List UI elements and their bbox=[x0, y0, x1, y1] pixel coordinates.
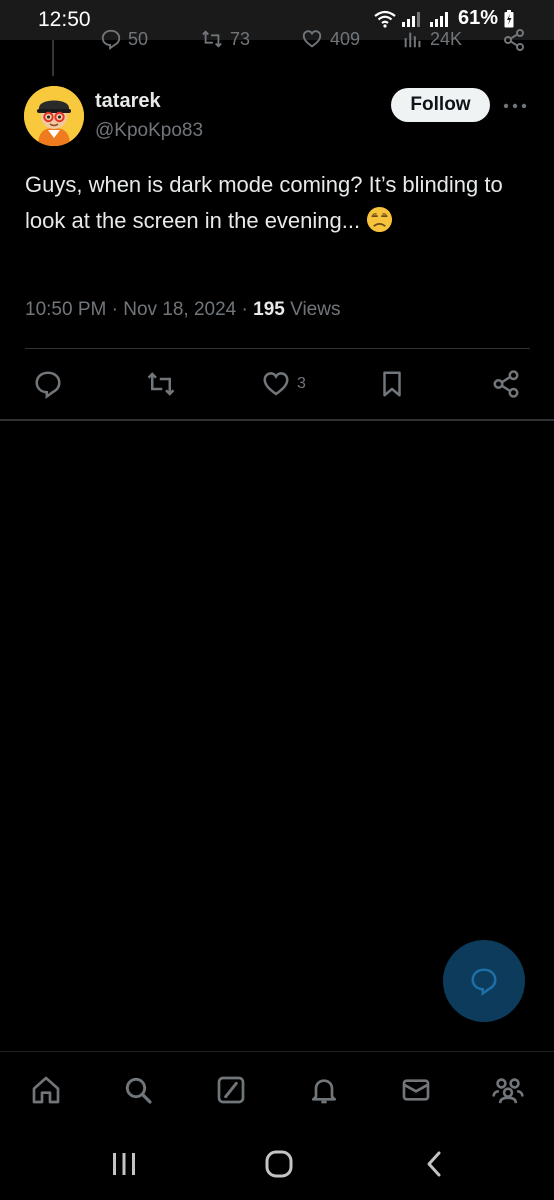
previous-reply-count: 50 bbox=[128, 28, 149, 49]
avatar[interactable] bbox=[24, 86, 84, 146]
previous-share[interactable] bbox=[502, 28, 526, 52]
heart-icon bbox=[302, 30, 322, 48]
reply-icon bbox=[101, 29, 121, 50]
tweet-time[interactable]: 10:50 PM bbox=[25, 299, 106, 320]
heart-icon bbox=[263, 372, 289, 396]
views-label: Views bbox=[290, 299, 341, 320]
battery-icon bbox=[504, 9, 514, 27]
search-icon bbox=[125, 1077, 152, 1104]
meta-separator: · bbox=[111, 299, 118, 320]
avatar-image bbox=[24, 86, 84, 146]
wifi-icon bbox=[374, 10, 396, 28]
more-button[interactable] bbox=[502, 95, 528, 117]
home-button-icon bbox=[265, 1150, 293, 1178]
nav-communities[interactable] bbox=[488, 1070, 528, 1110]
home-button[interactable] bbox=[259, 1147, 299, 1181]
signal-icon bbox=[401, 11, 420, 27]
recents-button[interactable] bbox=[104, 1147, 144, 1181]
nav-search[interactable] bbox=[118, 1070, 158, 1110]
thread-line bbox=[52, 40, 54, 76]
share-button[interactable] bbox=[491, 368, 521, 400]
home-icon bbox=[32, 1076, 60, 1104]
previous-retweet-count: 73 bbox=[230, 28, 251, 49]
share-icon bbox=[504, 29, 524, 51]
grok-icon bbox=[217, 1076, 245, 1104]
previous-views[interactable]: 24K bbox=[402, 28, 462, 50]
tweet-text-container: Guys, when is dark mode coming? It’s bli… bbox=[25, 167, 530, 239]
signal-icon-2 bbox=[429, 11, 448, 27]
share-icon bbox=[493, 370, 519, 398]
previous-reply[interactable]: 50 bbox=[100, 28, 148, 50]
tweet-date[interactable]: Nov 18, 2024 bbox=[123, 299, 236, 320]
like-button[interactable]: 3 bbox=[261, 368, 306, 400]
messages-icon bbox=[402, 1079, 430, 1101]
retweet-icon bbox=[202, 30, 222, 48]
recents-icon bbox=[113, 1153, 135, 1175]
bookmark-button[interactable] bbox=[377, 368, 407, 400]
battery-percentage: 61% bbox=[457, 7, 498, 29]
author-name[interactable]: tatarek bbox=[95, 90, 161, 113]
compose-reply-icon bbox=[471, 968, 497, 996]
previous-view-count: 24K bbox=[430, 28, 463, 49]
retweet-icon bbox=[147, 372, 175, 396]
previous-retweet[interactable]: 73 bbox=[200, 28, 250, 50]
communities-icon bbox=[492, 1078, 524, 1104]
tweet-text: Guys, when is dark mode coming? It’s bli… bbox=[25, 172, 503, 233]
nav-grok[interactable] bbox=[211, 1070, 251, 1110]
nav-home[interactable] bbox=[26, 1070, 66, 1110]
tweet-meta: 10:50 PM · Nov 18, 2024 · 195 Views bbox=[25, 299, 340, 321]
like-count: 3 bbox=[297, 375, 306, 392]
previous-like[interactable]: 409 bbox=[300, 28, 360, 50]
system-nav bbox=[0, 1129, 554, 1200]
views-count: 195 bbox=[253, 299, 285, 320]
reply-button[interactable] bbox=[33, 368, 63, 400]
previous-tweet-actions: 50 73 409 24K bbox=[0, 28, 554, 52]
previous-like-count: 409 bbox=[330, 28, 361, 49]
nav-notifications[interactable] bbox=[304, 1070, 344, 1110]
bottom-nav bbox=[0, 1051, 554, 1130]
retweet-button[interactable] bbox=[145, 368, 177, 400]
status-icons: 61% bbox=[374, 7, 514, 30]
section-divider bbox=[0, 419, 554, 421]
views-icon bbox=[404, 32, 421, 48]
more-icon bbox=[503, 103, 527, 109]
divider bbox=[25, 348, 530, 349]
notifications-icon bbox=[312, 1079, 336, 1104]
follow-button[interactable]: Follow bbox=[391, 88, 490, 122]
reply-icon bbox=[35, 371, 61, 399]
back-button[interactable] bbox=[414, 1147, 454, 1181]
bookmark-icon bbox=[383, 371, 401, 397]
compose-reply-button[interactable] bbox=[443, 940, 525, 1022]
unamused-face-emoji bbox=[367, 206, 393, 233]
author-handle[interactable]: @KpoKpo83 bbox=[95, 120, 203, 142]
meta-separator: · bbox=[241, 299, 248, 320]
nav-messages[interactable] bbox=[396, 1070, 436, 1110]
back-icon bbox=[427, 1151, 441, 1177]
